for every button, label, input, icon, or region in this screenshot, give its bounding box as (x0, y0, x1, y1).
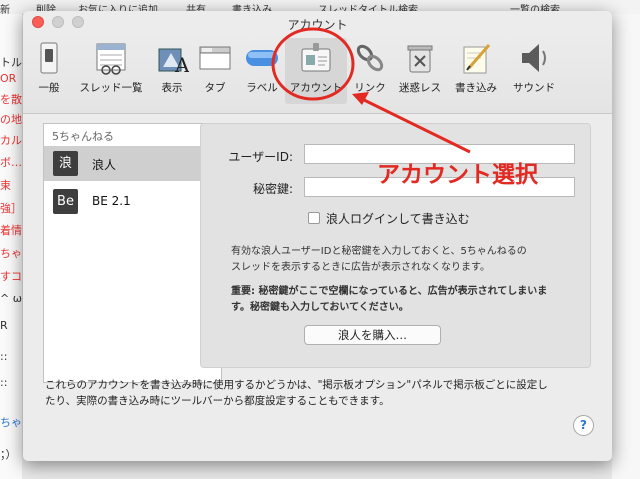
write-pen-icon (463, 44, 491, 74)
general-switch-icon (40, 42, 58, 74)
trash-icon (407, 45, 433, 73)
bg-fragment: ；） (0, 448, 17, 461)
user-id-label: ユーザーID: (228, 150, 293, 164)
secret-key-label: 秘密鍵: (252, 182, 293, 196)
account-service-list: 5ちゃんねる 浪 浪人 Be BE 2.1 (43, 123, 222, 383)
bg-fragment: 束 (0, 179, 11, 192)
bg-fragment: ちゃん (0, 247, 22, 260)
tab-display[interactable]: A 表示 (152, 38, 192, 104)
tab-label: スレッド一覧 (79, 82, 143, 94)
bg-fragment: を散 (0, 93, 22, 106)
tab-link[interactable]: リンク (351, 38, 389, 104)
list-section-header: 5ちゃんねる (52, 130, 114, 143)
background-right-pane (612, 14, 640, 479)
bg-fragment: カル (0, 134, 22, 147)
bg-menu-item: 新 (0, 5, 10, 15)
bg-fragment: :: (0, 350, 8, 363)
tab-label: 一般 (38, 82, 60, 94)
bg-fragment: トル (0, 56, 22, 69)
bg-fragment: ^ ω (0, 292, 22, 305)
bg-fragment: ボ… (0, 156, 22, 169)
display-icon: A (158, 48, 189, 75)
tab-label: サウンド (513, 82, 555, 94)
bg-fragment: 着情 (0, 224, 22, 237)
list-item-ronin[interactable]: 浪 浪人 (44, 146, 221, 181)
info-text-line: 有効な浪人ユーザーIDと秘密鍵を入力しておくと、5ちゃんねるの (231, 246, 527, 257)
tab-sound[interactable]: サウンド (507, 38, 561, 104)
tab-label: リンク (354, 82, 386, 94)
bg-fragment: OR (0, 72, 17, 85)
warning-text-line: す。秘密鍵も入力しておいてください。 (231, 302, 409, 313)
tab-spam[interactable]: 迷惑レス (395, 38, 445, 104)
tab-account[interactable]: アカウント (285, 38, 347, 104)
account-id-card-icon (301, 43, 331, 72)
link-icon (356, 44, 384, 72)
bg-fragment: すコ (0, 270, 22, 283)
speaker-icon (522, 44, 546, 72)
ronin-badge-icon: 浪 (53, 151, 78, 176)
tab-label-settings[interactable]: ラベル (239, 38, 285, 104)
ronin-login-checkbox-label[interactable]: 浪人ログインして書き込む (326, 210, 470, 227)
bg-fragment: の地 (0, 113, 22, 126)
tab-write[interactable]: 書き込み (451, 38, 501, 104)
tab-tab[interactable]: タブ (195, 38, 235, 104)
be-badge-icon: Be (53, 189, 78, 214)
preferences-window: アカウント 一般 スレッド一覧 A 表示 タブ ラベル アカウント リンク 迷惑… (23, 11, 612, 461)
ronin-login-checkbox[interactable] (308, 212, 320, 224)
list-item-label: BE 2.1 (92, 194, 131, 208)
annotation-label: アカウント選択 (377, 162, 538, 188)
footer-note: これらのアカウントを書き込み時に使用するかどうかは、"掲示板オプション"パネルで… (45, 377, 605, 409)
tab-label: タブ (204, 82, 226, 94)
tab-label: アカウント (289, 82, 343, 94)
preferences-toolbar: 一般 スレッド一覧 A 表示 タブ ラベル アカウント リンク 迷惑レス 書き込… (23, 33, 612, 114)
bg-fragment: R (0, 319, 8, 332)
thread-list-icon (96, 43, 126, 75)
title-bar[interactable]: アカウント (23, 11, 612, 33)
label-icon (246, 50, 278, 66)
tab-label: 表示 (161, 82, 183, 94)
buy-ronin-button[interactable]: 浪人を購入… (304, 325, 441, 345)
list-item-label: 浪人 (92, 158, 117, 172)
help-button[interactable]: ? (573, 415, 594, 436)
tab-icon (199, 46, 231, 70)
footer-text-line: たり、実際の書き込み時にツールバーから都度設定することもできます。 (45, 395, 390, 407)
tab-thread-list[interactable]: スレッド一覧 (73, 38, 149, 104)
footer-text-line: これらのアカウントを書き込み時に使用するかどうかは、"掲示板オプション"パネルで… (45, 379, 548, 391)
background-thread-list: トル OR を散 の地 カル ボ… 束 強］ 着情 ちゃん すコ ^ ω R :… (0, 14, 22, 479)
tab-label: ラベル (246, 82, 278, 94)
tab-label: 書き込み (455, 82, 497, 94)
warning-text-line: 重要: 秘密鍵がここで空欄になっていると、広告が表示されてしまいま (231, 286, 548, 297)
svg-text:A: A (174, 53, 189, 75)
info-text-line: スレッドを表示するときに広告が表示されなくなります。 (231, 262, 490, 273)
tab-label: 迷惑レス (399, 82, 441, 94)
list-item-be[interactable]: Be BE 2.1 (44, 184, 221, 219)
bg-fragment: 強］ (0, 202, 22, 215)
window-title: アカウント (287, 18, 348, 32)
bg-fragment: :: (0, 376, 8, 389)
tab-general[interactable]: 一般 (31, 38, 67, 104)
bg-fragment: ちゃ (0, 416, 22, 429)
